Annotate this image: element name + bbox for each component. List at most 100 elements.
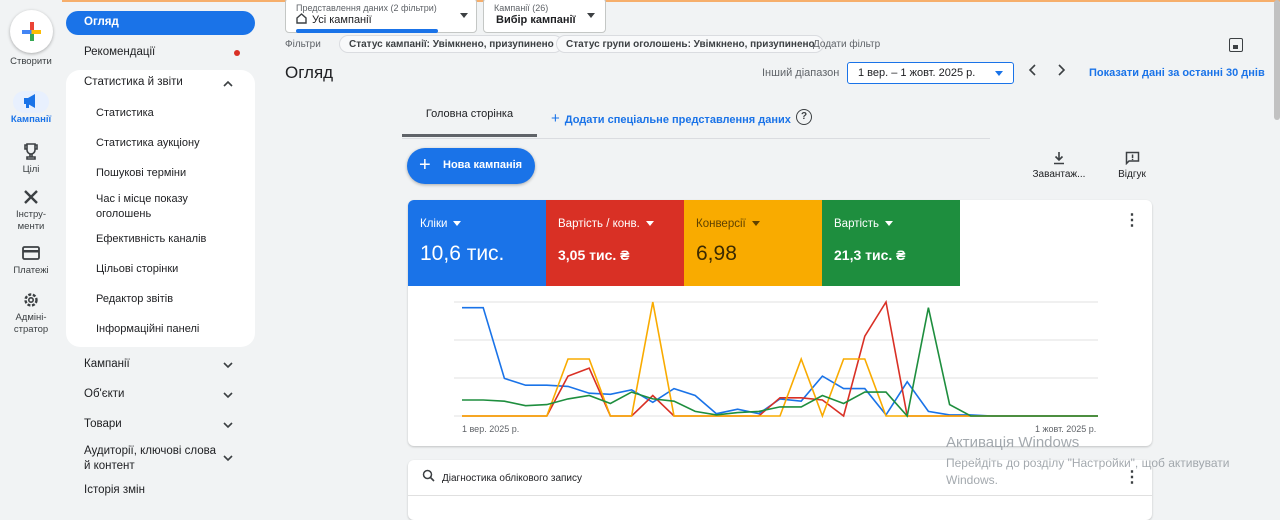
nav-item-campaigns[interactable]: Кампанії: [84, 358, 130, 370]
metric-value: 3,05 тис. ₴: [558, 247, 630, 263]
caret-down-icon: [995, 71, 1003, 76]
x-axis-start-label: 1 вер. 2025 р.: [462, 424, 520, 434]
tab-add-label: Додати спеціальне представлення даних: [564, 114, 791, 126]
campaign-selector-value: Вибір кампанії: [496, 14, 576, 26]
campaign-selector[interactable]: Кампанії (26) Вибір кампанії: [483, 0, 606, 33]
top-accent-line: [0, 0, 1280, 2]
metric-label: Вартість / конв.: [558, 218, 640, 230]
chevron-down-icon[interactable]: [222, 419, 234, 431]
sub-item-statistics[interactable]: Статистика: [96, 106, 246, 121]
caret-down-icon: [885, 221, 894, 227]
nav-item-recommendations[interactable]: Рекомендації: [84, 46, 155, 58]
notification-dot: [234, 50, 240, 56]
caret-down-icon: [645, 221, 654, 227]
metric-label: Вартість: [834, 218, 880, 230]
rail-label-goals: Цілі: [22, 164, 40, 175]
nav-item-products[interactable]: Товари: [84, 418, 122, 430]
metric-label: Конверсії: [696, 218, 746, 230]
chevron-right-icon[interactable]: [1055, 63, 1067, 77]
create-button[interactable]: [10, 10, 53, 53]
chevron-down-icon[interactable]: [222, 359, 234, 371]
rail-label-admin: Адміні- стратор: [13, 312, 49, 335]
view-selector[interactable]: Представлення даних (2 фільтри) Усі камп…: [285, 0, 477, 33]
metric-value: 10,6 тис.: [420, 242, 505, 265]
create-label: Створити: [10, 56, 52, 67]
chevron-up-icon[interactable]: [222, 78, 234, 90]
sub-item-when-where[interactable]: Час і місце показу оголошень: [96, 192, 206, 222]
metric-label: Кліки: [420, 218, 448, 230]
feedback-label: Відгук: [1118, 169, 1146, 180]
date-range-selector[interactable]: 1 вер. – 1 жовт. 2025 р.: [847, 62, 1014, 84]
sub-item-report-editor[interactable]: Редактор звітів: [96, 292, 246, 307]
metric-cost[interactable]: Вартість 21,3 тис. ₴: [822, 200, 960, 286]
rail-label-tools: Інстру- менти: [15, 209, 47, 232]
metric-clicks[interactable]: Кліки 10,6 тис.: [408, 200, 546, 286]
metric-value: 21,3 тис. ₴: [834, 247, 906, 263]
new-campaign-label: Нова кампанія: [443, 159, 523, 171]
nav-item-assets[interactable]: Об'єкти: [84, 388, 124, 400]
caret-down-icon: [587, 13, 595, 18]
download-icon: [1054, 152, 1064, 165]
nav-item-stats-reports[interactable]: Статистика й звіти: [84, 76, 183, 88]
search-diagnostics-icon: [422, 469, 435, 482]
trophy-icon: [24, 143, 38, 160]
watermark-line2: Windows.: [946, 473, 999, 487]
card-icon: [22, 246, 40, 260]
download-button[interactable]: Завантаж...: [1032, 151, 1086, 180]
sub-item-auction[interactable]: Статистика аукціону: [96, 136, 246, 151]
help-icon[interactable]: ?: [796, 109, 812, 125]
filter-chip-campaign-status[interactable]: Статус кампанії: Увімкнено, призупинено: [339, 35, 563, 53]
nav-item-change-history[interactable]: Історія змін: [84, 484, 145, 496]
caret-down-icon: [460, 13, 468, 18]
line-chart: [454, 299, 1098, 419]
tabs-divider: [402, 138, 990, 139]
date-range-value: 1 вер. – 1 жовт. 2025 р.: [858, 67, 976, 79]
last-30-days-link[interactable]: Показати дані за останні 30 днів: [1089, 67, 1265, 79]
feedback-icon: [1125, 151, 1139, 165]
watermark-line1: Перейдіть до розділу "Настройки", щоб ак…: [946, 456, 1230, 470]
performance-card: Кліки 10,6 тис. Вартість / конв. 3,05 ти…: [408, 200, 1152, 446]
date-range-label: Інший діапазон: [762, 67, 840, 79]
x-axis-end-label: 1 жовт. 2025 р.: [1035, 424, 1097, 434]
chevron-down-icon[interactable]: [222, 452, 234, 464]
feedback-button[interactable]: Відгук: [1113, 151, 1151, 180]
caret-down-icon: [453, 221, 462, 227]
diagnostics-title: Діагностика облікового запису: [442, 473, 583, 484]
nav-item-audiences[interactable]: Аудиторії, ключові слова й контент: [84, 444, 220, 474]
scrollbar[interactable]: [1274, 0, 1280, 120]
series-line-1: [462, 306, 1098, 417]
more-vert-icon[interactable]: ⋮: [1124, 210, 1140, 230]
gear-icon: [24, 293, 38, 307]
save-icon[interactable]: [1229, 38, 1243, 52]
tools-icon: [24, 190, 38, 204]
home-icon: [296, 13, 307, 24]
campaign-selector-label: Кампанії (26): [494, 3, 549, 13]
view-selector-underline: [296, 29, 438, 33]
chevron-left-icon[interactable]: [1027, 63, 1039, 77]
diagnostics-divider: [408, 495, 1152, 496]
rail-label-campaigns: Кампанії: [10, 114, 52, 125]
sub-item-search-terms[interactable]: Пошукові терміни: [96, 166, 246, 181]
sub-item-landing-pages[interactable]: Цільові сторінки: [96, 262, 246, 277]
megaphone-icon: [24, 94, 35, 108]
more-vert-icon[interactable]: ⋮: [1124, 467, 1140, 487]
metric-value: 6,98: [696, 242, 737, 265]
plus-icon-bar: [22, 30, 41, 34]
rail-label-billing: Платежі: [13, 265, 49, 276]
tab-home[interactable]: Головна сторінка: [402, 99, 537, 137]
filters-label: Фільтри: [285, 39, 321, 50]
page-title: Огляд: [285, 63, 334, 82]
plus-icon: +: [551, 110, 560, 127]
metric-cost-per-conv[interactable]: Вартість / конв. 3,05 тис. ₴: [546, 200, 684, 286]
tab-add-custom-view[interactable]: + Додати спеціальне представлення даних: [551, 110, 791, 127]
download-label: Завантаж...: [1032, 169, 1086, 180]
sub-item-channel-performance[interactable]: Ефективність каналів: [96, 232, 246, 247]
caret-down-icon: [751, 221, 760, 227]
chevron-down-icon[interactable]: [222, 389, 234, 401]
nav-item-overview[interactable]: Огляд: [66, 11, 255, 35]
new-campaign-button[interactable]: + Нова кампанія: [407, 148, 535, 184]
add-filter-link[interactable]: Додати фільтр: [813, 39, 880, 50]
sub-item-dashboards[interactable]: Інформаційні панелі: [96, 322, 246, 337]
filter-chip-adgroup-status[interactable]: Статус групи оголошень: Увімкнено, призу…: [556, 35, 824, 53]
metric-conversions[interactable]: Конверсії 6,98: [684, 200, 822, 286]
